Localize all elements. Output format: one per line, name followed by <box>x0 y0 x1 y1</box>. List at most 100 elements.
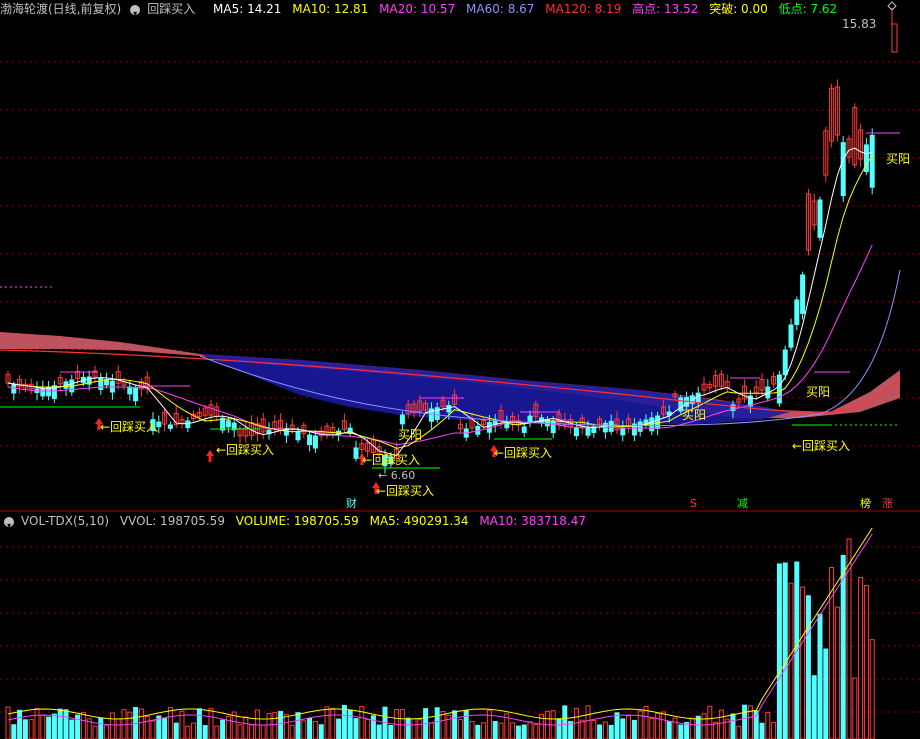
volume-bar <box>428 722 434 739</box>
volume-bar <box>452 710 458 739</box>
volume-bar <box>701 713 707 739</box>
vol-ma5-value: MA5: 490291.34 <box>369 514 469 528</box>
chevron-down-icon[interactable]: ▾ <box>130 4 141 18</box>
marker-jian[interactable]: 减 <box>737 497 748 511</box>
volume-bar <box>405 717 411 739</box>
volume-bar <box>411 718 417 739</box>
volume-bar <box>678 724 684 739</box>
volume-indicator-name[interactable]: VOL-TDX(5,10) <box>21 512 109 530</box>
volume-bar <box>457 719 463 739</box>
volume-bar <box>486 709 492 739</box>
volume-bar <box>585 705 591 739</box>
volume-bar <box>98 717 104 739</box>
candle-body <box>167 424 173 429</box>
signal-buy-5: ←回踩买入 <box>494 446 553 460</box>
marker-s[interactable]: S <box>690 497 697 511</box>
stock-title[interactable]: 渤海轮渡(日线,前复权) <box>0 0 121 18</box>
volume-bar <box>353 718 359 739</box>
ma60-value: MA60: 8.67 <box>466 2 535 16</box>
volume-bar <box>753 710 759 739</box>
volume-bar <box>434 707 440 739</box>
volume-bar <box>237 724 243 739</box>
volume-bar <box>278 710 284 739</box>
marker-zhang[interactable]: 涨 <box>882 497 893 511</box>
volume-bar <box>475 724 481 739</box>
max-price-label: 15.83 <box>842 17 877 31</box>
vvol-value: VVOL: 198705.59 <box>119 514 225 528</box>
volume-bar <box>649 717 655 739</box>
candle-body <box>637 421 643 432</box>
candle-body <box>225 420 231 428</box>
volume-bar <box>684 721 690 739</box>
formula-name[interactable]: 回踩买入 <box>147 0 195 18</box>
volume-bar <box>463 709 469 739</box>
marker-bang[interactable]: 榜 <box>860 497 871 511</box>
candle-body <box>869 134 875 188</box>
volume-bar <box>515 725 521 739</box>
volume-bar <box>614 712 620 739</box>
volume-bar <box>202 725 208 739</box>
signal-buy-6: ←回踩买入 <box>792 439 851 453</box>
volume-bar <box>718 709 724 739</box>
volume-bar <box>260 724 266 739</box>
volume-header: ▾ VOL-TDX(5,10) VVOL: 198705.59 VOLUME: 1… <box>0 512 920 530</box>
marker-cai[interactable]: 财 <box>346 497 357 511</box>
volume-bar <box>846 538 852 739</box>
volume-bar <box>162 718 168 739</box>
candle-body <box>220 417 226 431</box>
candle-body <box>527 415 533 423</box>
ma120-value: MA120: 8.19 <box>545 2 622 16</box>
candle-body <box>446 404 452 413</box>
volume-bar <box>138 708 144 739</box>
volume-bar <box>347 709 353 739</box>
chevron-down-icon[interactable]: ▾ <box>4 516 14 530</box>
volume-bar <box>34 707 40 739</box>
candle-body <box>295 430 301 441</box>
volume-bar <box>295 712 301 739</box>
volume-value: VOLUME: 198705.59 <box>235 514 359 528</box>
signal-yang-1: 买阳 <box>398 428 423 442</box>
candle-body <box>133 387 139 402</box>
candle-body <box>185 420 191 429</box>
volume-bar <box>765 712 771 739</box>
volume-bar <box>336 718 342 739</box>
volume-bar <box>109 712 115 739</box>
volume-bar <box>533 723 539 739</box>
volume-bar <box>28 719 34 739</box>
candle-body <box>782 349 788 376</box>
volume-bar <box>150 720 156 739</box>
candle-body <box>312 435 318 449</box>
volume-bar <box>805 595 811 739</box>
breakout-value: 突破: 0.00 <box>709 2 768 16</box>
volume-bar <box>556 718 562 739</box>
volume-bar <box>817 613 823 739</box>
candle-body <box>817 199 823 238</box>
volume-bar <box>776 563 782 739</box>
volume-bar <box>17 709 23 739</box>
stock-chart-canvas[interactable] <box>0 0 920 739</box>
volume-bar <box>736 725 742 739</box>
volume-bar <box>492 721 498 739</box>
volume-bar <box>620 718 626 739</box>
max-price-bar <box>891 23 898 53</box>
candle-body <box>127 386 133 395</box>
ma20-value: MA20: 10.57 <box>379 2 456 16</box>
candle-body <box>620 427 626 436</box>
signal-buy-4: ←回踩买入 <box>376 484 435 498</box>
volume-bar <box>811 675 817 739</box>
volume-bar <box>713 721 719 739</box>
volume-bar <box>771 722 777 739</box>
volume-bar <box>46 716 52 739</box>
volume-bar <box>92 725 98 739</box>
volume-bar <box>510 722 516 739</box>
volume-bar <box>481 722 487 739</box>
volume-bar <box>370 715 376 739</box>
candle-body <box>788 324 794 348</box>
volume-bar <box>208 708 214 739</box>
volume-bar <box>127 711 133 739</box>
volume-bar <box>214 725 220 739</box>
volume-bar <box>591 720 597 739</box>
signal-yang-4: 买阳 <box>886 152 911 166</box>
candle-body <box>307 434 313 446</box>
candle-body <box>399 414 405 425</box>
